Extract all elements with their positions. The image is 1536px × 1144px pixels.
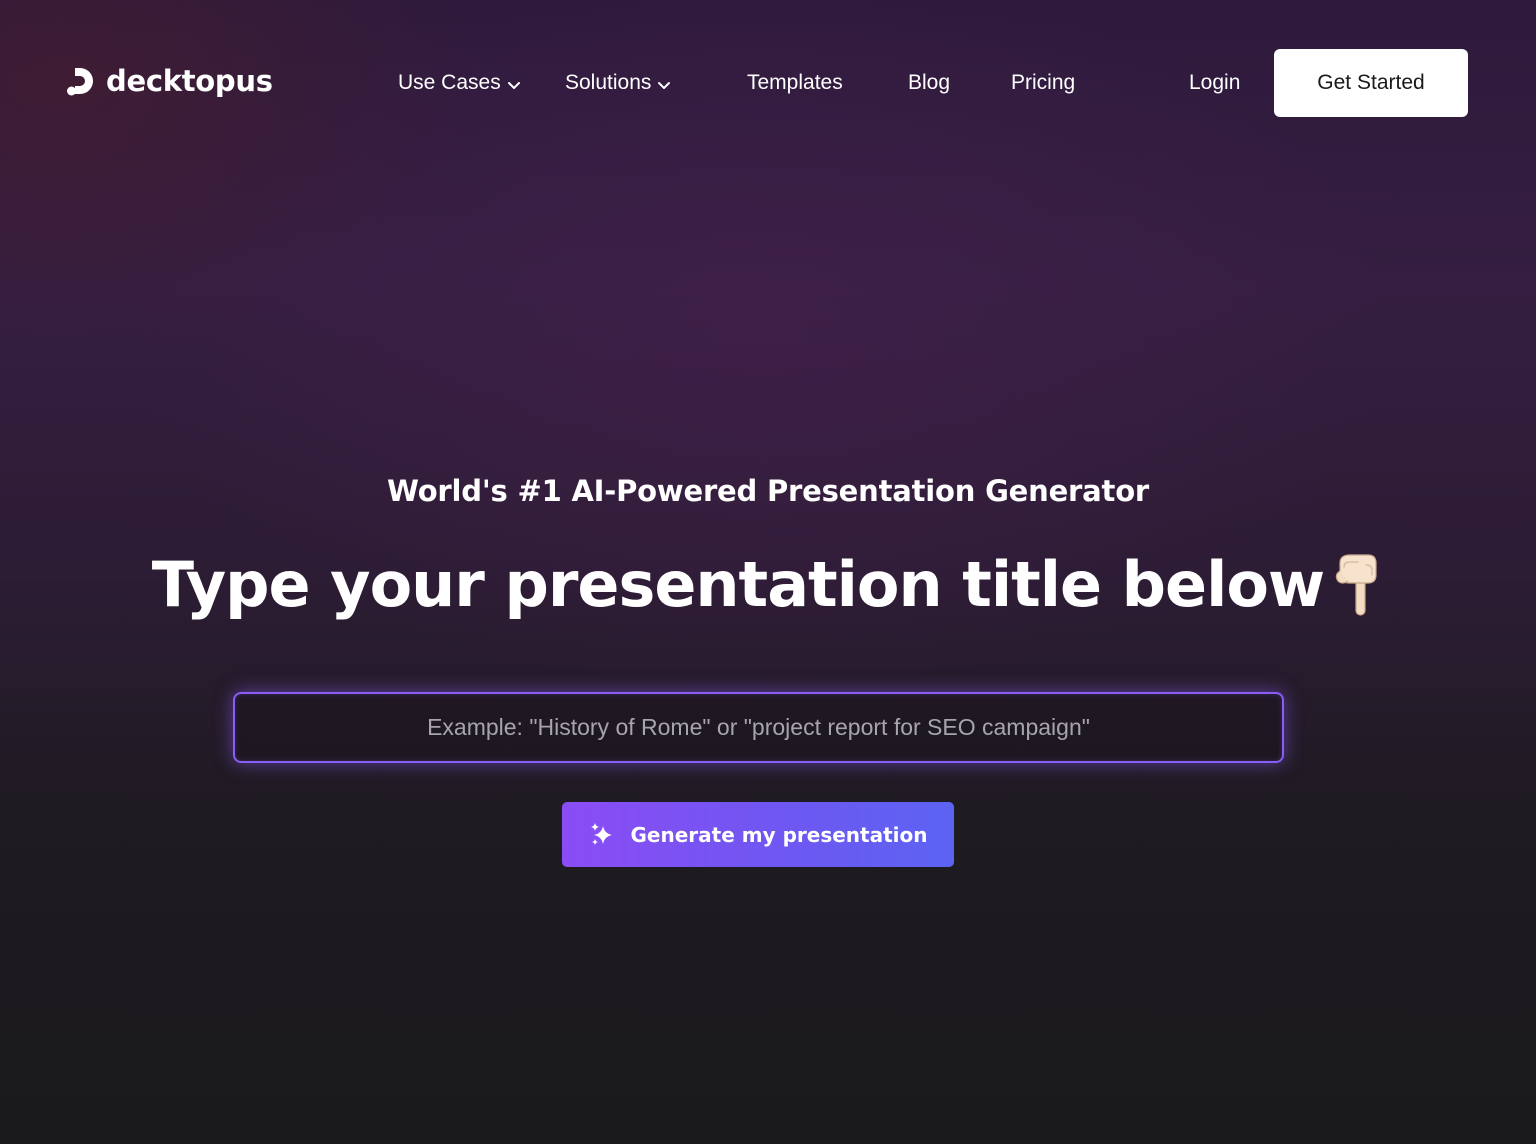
nav-item-blog[interactable]: Blog <box>908 66 950 100</box>
generate-button-label: Generate my presentation <box>630 822 928 847</box>
login-link[interactable]: Login <box>1189 66 1240 100</box>
nav-item-label: Blog <box>908 71 951 94</box>
nav-item-label: Pricing <box>1011 71 1076 94</box>
nav-item-pricing[interactable]: Pricing <box>1011 66 1075 100</box>
pointing-down-hand-icon <box>1336 553 1377 616</box>
presentation-title-input[interactable] <box>235 694 1282 761</box>
nav-item-templates[interactable]: Templates <box>747 66 843 100</box>
nav-item-label: Solutions <box>565 71 652 94</box>
nav-item-use-cases[interactable]: Use Cases <box>398 66 521 100</box>
landing-page: decktopus Use Cases Solutions Templates … <box>0 0 1536 1144</box>
hero-headline: Type your presentation title below <box>0 548 1536 621</box>
brand-name: decktopus <box>106 64 273 98</box>
nav-item-solutions[interactable]: Solutions <box>565 66 671 100</box>
chevron-down-icon <box>507 82 520 89</box>
title-input-container <box>233 692 1284 763</box>
nav-item-label: Templates <box>747 71 843 94</box>
nav-item-label: Use Cases <box>398 71 501 94</box>
hero-subtitle: World's #1 AI-Powered Presentation Gener… <box>386 474 1150 508</box>
headline-text: Type your presentation title below <box>151 548 1325 621</box>
chevron-down-icon <box>658 82 671 89</box>
brand-logo[interactable]: decktopus <box>66 64 273 98</box>
sparkle-icon <box>590 822 612 845</box>
get-started-button[interactable]: Get Started <box>1274 49 1468 117</box>
generate-presentation-button[interactable]: Generate my presentation <box>562 802 954 867</box>
site-header: decktopus Use Cases Solutions Templates … <box>0 0 1536 166</box>
decktopus-logo-icon <box>67 68 93 96</box>
